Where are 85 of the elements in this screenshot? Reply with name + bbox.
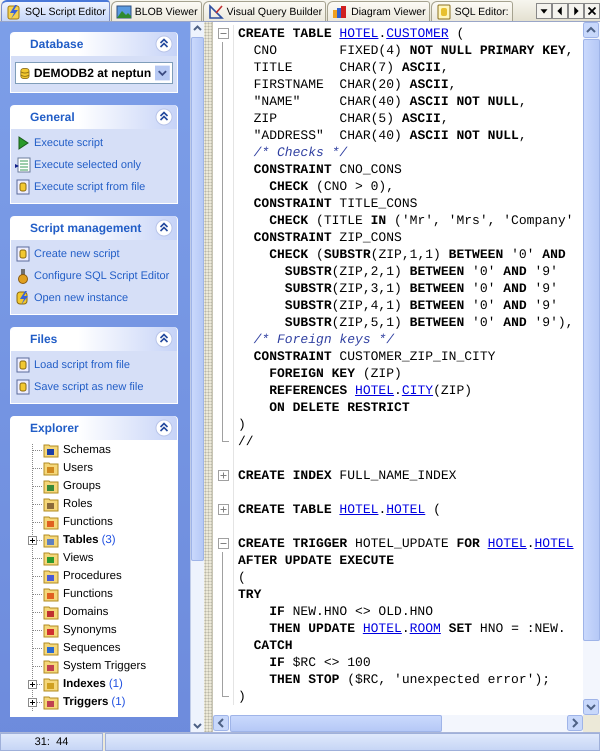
code-line: /* Foreign keys */ — [252, 330, 394, 348]
object-link[interactable]: CUSTOMER — [386, 26, 449, 40]
code-line: CHECK (SUBSTR(ZIP,1,1) BETWEEN '0' AND — [268, 246, 566, 262]
code-line: SUBSTR(ZIP,3,1) BETWEEN '0' AND '9' — [284, 280, 558, 296]
tree-item[interactable]: Views — [63, 552, 94, 564]
tree-item[interactable]: Groups — [63, 480, 101, 492]
task-link[interactable]: Save script as new file — [15, 379, 173, 395]
code-line: ZIP CHAR(5) ASCII, — [252, 110, 449, 126]
tab[interactable]: Diagram Viewer — [327, 1, 430, 21]
code-line: CNO FIXED(4) NOT NULL PRIMARY KEY, — [252, 42, 574, 58]
code-line: CONSTRAINT CNO_CONS — [252, 160, 402, 178]
object-link[interactable]: HOTEL — [339, 502, 378, 516]
code-line: CONSTRAINT ZIP_CONS — [252, 228, 402, 246]
panel-title: General — [30, 110, 75, 124]
object-link[interactable]: HOTEL — [355, 382, 394, 398]
object-link[interactable]: ROOM — [410, 620, 441, 636]
code-line: CREATE TABLE HOTEL.CUSTOMER ( — [238, 24, 464, 42]
code-line: CATCH — [252, 636, 293, 654]
object-link[interactable]: HOTEL — [362, 620, 402, 636]
code-line: CONSTRAINT CUSTOMER_ZIP_IN_CITY — [252, 348, 496, 364]
code-line: /* Checks */ — [252, 144, 348, 160]
code-line: CONSTRAINT TITLE_CONS — [252, 194, 418, 212]
task-link[interactable]: Load script from file — [15, 357, 173, 373]
code-line: TRY — [238, 586, 262, 602]
tree-item[interactable]: Domains — [63, 606, 108, 618]
object-link[interactable]: HOTEL — [386, 502, 426, 516]
code-line: REFERENCES HOTEL.CITY(ZIP) — [268, 382, 472, 398]
tab[interactable]: SQL Script Editor — [1, 0, 110, 21]
tree-item[interactable]: Schemas — [63, 444, 111, 456]
task-link[interactable]: Execute script from file — [15, 179, 173, 195]
panel-title: Database — [30, 37, 84, 51]
task-link[interactable]: Execute script — [15, 135, 173, 151]
code-line: "ADDRESS" CHAR(40) ASCII NOT NULL, — [252, 126, 527, 144]
code-line: FOREIGN KEY (ZIP) — [268, 364, 402, 382]
tree-item[interactable]: Triggers — [63, 696, 108, 708]
code-line: CREATE TRIGGER HOTEL_UPDATE FOR HOTEL.HOTEL — [238, 534, 574, 552]
tab[interactable]: BLOB Viewer — [110, 1, 202, 21]
tab[interactable]: SQL Editor: — [430, 1, 512, 21]
object-link[interactable]: HOTEL — [534, 536, 574, 550]
code-line: IF NEW.HNO <> OLD.HNO — [268, 602, 434, 620]
tree-item[interactable]: Roles — [63, 498, 92, 510]
tree-item[interactable]: Users — [63, 462, 94, 474]
code-line: CHECK (CNO > 0), — [268, 178, 394, 194]
item-count: (3) — [102, 534, 116, 546]
task-link[interactable]: Create new script — [15, 246, 173, 262]
panel-title: Script management — [30, 221, 142, 235]
panel-title: Files — [30, 332, 58, 346]
tab[interactable]: Visual Query Builder — [202, 1, 326, 21]
task-link[interactable]: Configure SQL Script Editor — [15, 268, 173, 284]
code-line: IF $RC <> 100 — [268, 654, 371, 670]
task-link[interactable]: Open new instance — [15, 290, 173, 306]
code-line: CREATE TABLE HOTEL.HOTEL ( — [238, 500, 441, 518]
code-line: ( — [238, 568, 246, 586]
code-line: TITLE CHAR(7) ASCII, — [252, 58, 449, 76]
tree-item[interactable]: Synonyms — [63, 624, 117, 636]
code-line: SUBSTR(ZIP,2,1) BETWEEN '0' AND '9' — [284, 262, 558, 280]
code-line: ON DELETE RESTRICT — [268, 398, 410, 416]
code-line: CHECK (TITLE IN ('Mr', 'Mrs', 'Company' — [268, 212, 574, 228]
tree-item[interactable]: Tables — [63, 534, 99, 546]
code-line: SUBSTR(ZIP,4,1) BETWEEN '0' AND '9' — [284, 296, 558, 314]
item-count: (1) — [108, 678, 123, 690]
code-line: ) — [238, 688, 246, 704]
object-link[interactable]: HOTEL — [488, 536, 527, 550]
panel-title: Explorer — [30, 421, 79, 435]
code-line: ) — [238, 416, 246, 432]
tree-item[interactable]: Sequences — [63, 642, 121, 654]
cursor-position: 31: 44 — [0, 733, 103, 751]
item-count: (1) — [111, 696, 126, 708]
code-line: SUBSTR(ZIP,5,1) BETWEEN '0' AND '9'), — [284, 314, 574, 330]
code-line: "NAME" CHAR(40) ASCII NOT NULL, — [252, 92, 527, 110]
object-link[interactable]: CITY — [402, 382, 434, 398]
tree-item[interactable]: Indexes — [63, 678, 106, 690]
code-line: AFTER UPDATE EXECUTE — [238, 552, 394, 568]
task-link[interactable]: Execute selected only — [15, 157, 173, 173]
tree-item[interactable]: System Triggers — [63, 660, 146, 672]
code-line: THEN STOP ($RC, 'unexpected error'); — [268, 670, 550, 688]
tree-item[interactable]: Functions — [63, 588, 113, 600]
code-line: THEN UPDATE HOTEL.ROOM SET HNO = :NEW. — [268, 620, 566, 636]
database-dropdown[interactable]: DEMODB2 at neptun — [15, 62, 173, 84]
code-line: CREATE INDEX FULL_NAME_INDEX — [238, 466, 456, 484]
code-line: // — [238, 432, 254, 450]
code-line: FIRSTNAME CHAR(20) ASCII, — [252, 76, 456, 92]
tree-item[interactable]: Functions — [63, 516, 113, 528]
object-link[interactable]: HOTEL — [339, 26, 378, 40]
tree-item[interactable]: Procedures — [63, 570, 122, 582]
